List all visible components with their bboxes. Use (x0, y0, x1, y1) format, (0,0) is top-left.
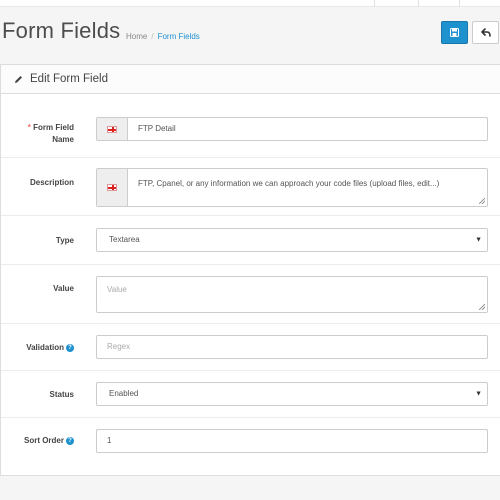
save-button[interactable] (441, 21, 468, 44)
navbar-divider (459, 0, 460, 7)
dropdown-caret-icon: ▼ (475, 236, 482, 244)
help-icon[interactable]: ? (66, 343, 74, 352)
value-label: Value (53, 284, 74, 293)
field-name-label: * Form Field Name (27, 123, 74, 144)
status-label: Status (49, 390, 74, 399)
top-navbar (0, 0, 500, 7)
status-select[interactable]: Enabled ▼ (96, 382, 488, 406)
required-marker: * (27, 123, 31, 132)
language-addon (97, 118, 128, 140)
form-row-name: * Form Field Name FTP Detail (1, 109, 500, 158)
type-select[interactable]: Textarea ▼ (96, 228, 488, 252)
navbar-divider (374, 0, 375, 7)
help-icon[interactable]: ? (66, 436, 74, 445)
description-textarea[interactable]: FTP, Cpanel, or any information we can a… (96, 168, 488, 207)
resize-handle[interactable] (479, 304, 485, 310)
panel-heading: Edit Form Field (1, 65, 500, 94)
form-row-sort-order: Sort Order? 1 (1, 418, 500, 476)
breadcrumb-current-link[interactable]: Form Fields (158, 32, 200, 41)
validation-label: Validation? (26, 342, 74, 354)
description-label: Description (29, 178, 74, 187)
dropdown-caret-icon: ▼ (475, 390, 482, 398)
form-row-description: Description FTP, Cpanel, or any informat… (1, 158, 500, 216)
language-addon (97, 169, 128, 206)
back-button[interactable] (472, 21, 499, 44)
field-name-input[interactable]: FTP Detail (96, 117, 488, 141)
sort-order-label: Sort Order? (24, 435, 74, 447)
pencil-icon (15, 75, 22, 83)
form-row-value: Value Value (1, 265, 500, 324)
breadcrumb-divider: / (151, 32, 154, 41)
resize-handle[interactable] (479, 198, 485, 204)
edit-form-panel: Edit Form Field * Form Field Name FTP De… (0, 64, 500, 476)
breadcrumb-home-link[interactable]: Home (126, 32, 147, 41)
save-icon (450, 28, 459, 37)
validation-input[interactable]: Regex (96, 335, 488, 359)
type-label: Type (55, 236, 74, 245)
panel-title: Edit Form Field (30, 73, 108, 85)
page-title: Form Fields (2, 18, 121, 43)
uk-flag-icon (107, 184, 117, 191)
navbar-divider (418, 0, 419, 7)
form-row-validation: Validation? Regex (1, 324, 500, 371)
form-row-status: Status Enabled ▼ (1, 371, 500, 418)
form-row-type: Type Textarea ▼ (1, 216, 500, 265)
uk-flag-icon (107, 125, 117, 133)
value-textarea[interactable]: Value (96, 276, 488, 313)
breadcrumb: Home / Form Fields (126, 32, 200, 41)
reply-icon (480, 28, 491, 37)
sort-order-input[interactable]: 1 (96, 429, 488, 453)
